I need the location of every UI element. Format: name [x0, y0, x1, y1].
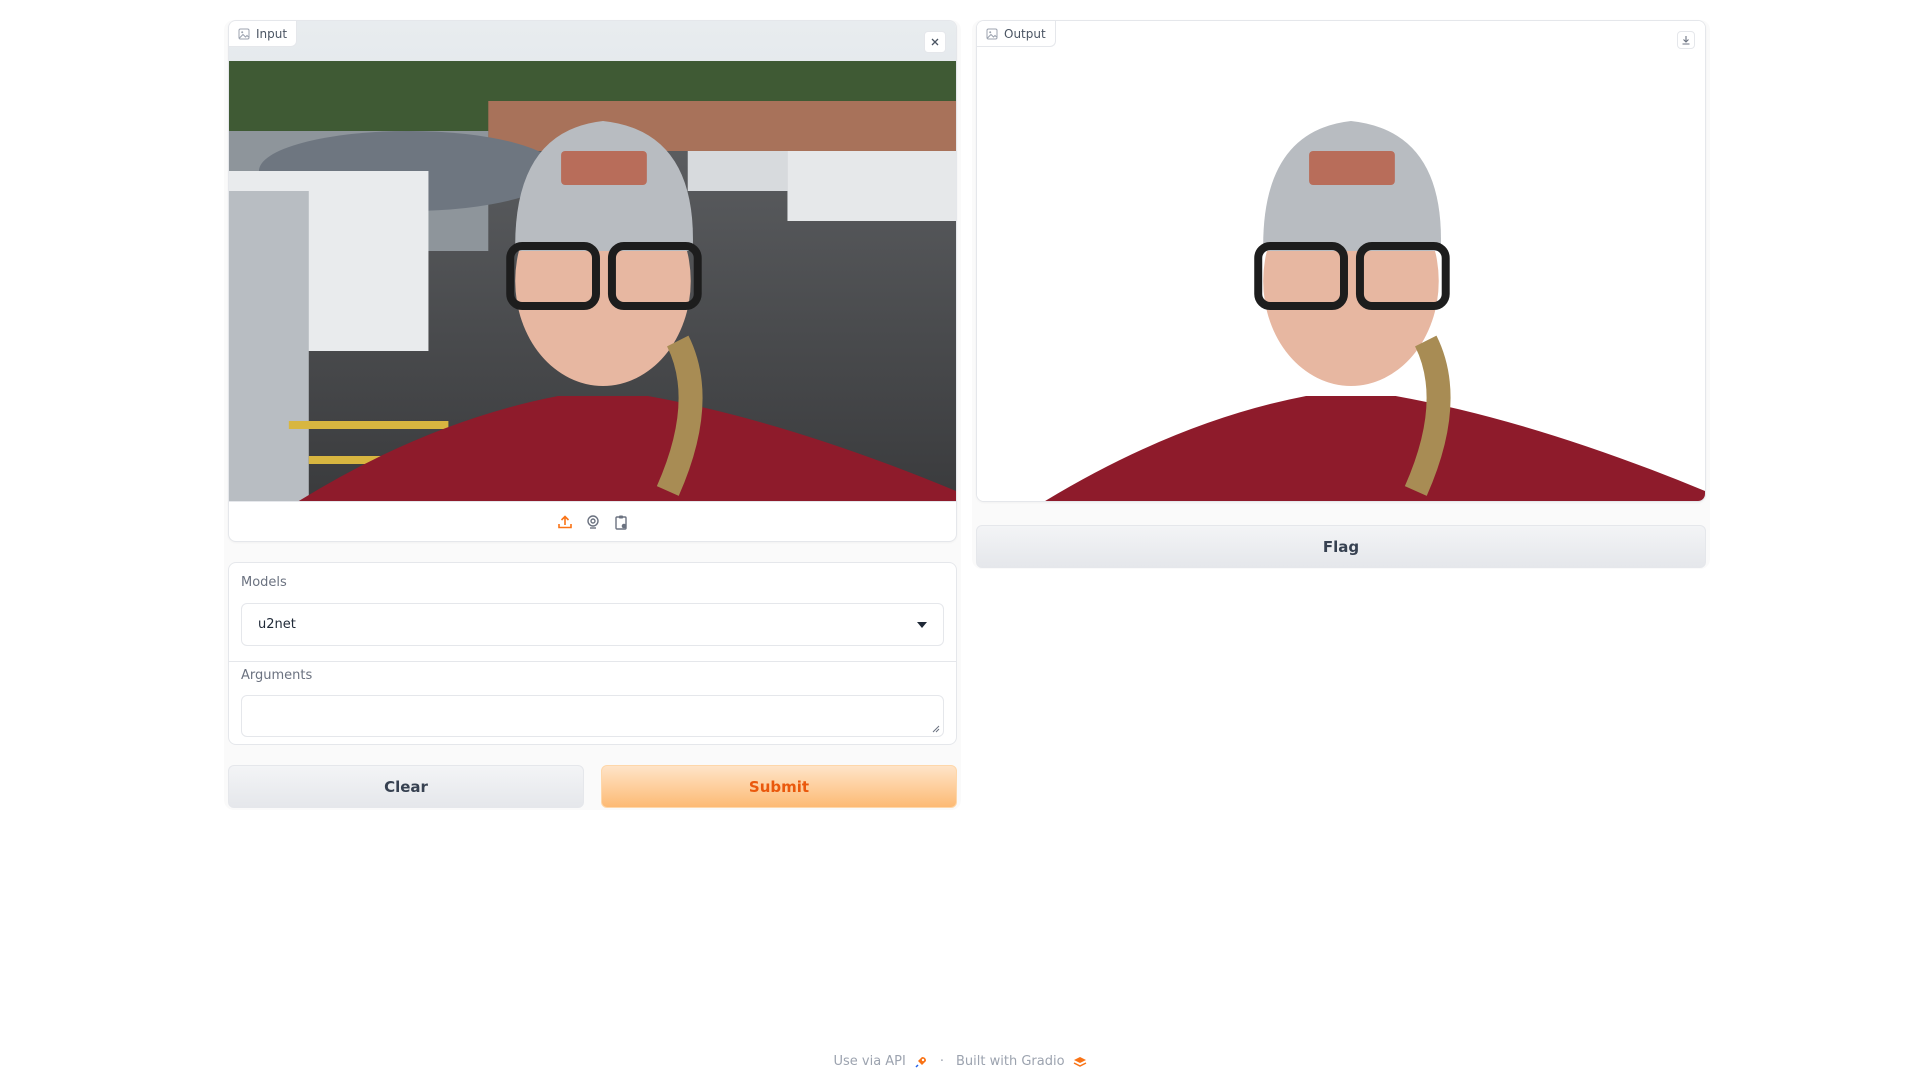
input-photo	[229, 21, 956, 501]
clear-button[interactable]: Clear	[228, 765, 584, 808]
models-selected-value: u2net	[258, 617, 296, 632]
output-image	[977, 21, 1705, 501]
input-label: Input	[256, 26, 288, 41]
image-icon	[986, 28, 998, 39]
clipboard-icon[interactable]	[612, 513, 630, 531]
footer-separator: ·	[939, 1054, 944, 1069]
image-icon	[238, 28, 250, 39]
input-label-tag: Input	[229, 21, 298, 47]
arguments-textarea[interactable]	[241, 695, 944, 737]
models-label: Models	[241, 575, 287, 590]
close-icon	[931, 38, 939, 46]
image-source-bar	[229, 501, 956, 541]
form-divider	[229, 661, 956, 662]
resize-grip-icon[interactable]	[932, 725, 940, 733]
rocket-icon	[914, 1055, 928, 1069]
input-image-block: Input	[228, 20, 957, 542]
flag-button[interactable]: Flag	[976, 525, 1706, 568]
upload-icon[interactable]	[556, 513, 574, 531]
output-image-block: Output	[976, 20, 1706, 502]
input-image[interactable]	[229, 21, 956, 501]
settings-form: Models u2net Arguments	[228, 562, 957, 745]
output-photo	[977, 21, 1705, 501]
download-button[interactable]	[1677, 31, 1695, 49]
chevron-down-icon	[917, 621, 927, 628]
clear-image-button[interactable]	[924, 31, 946, 53]
models-dropdown[interactable]: u2net	[241, 603, 944, 646]
submit-button[interactable]: Submit	[601, 765, 957, 808]
webcam-icon[interactable]	[584, 513, 602, 531]
footer: Use via API · Built with Gradio	[0, 1054, 1920, 1069]
arguments-label: Arguments	[241, 668, 313, 683]
output-label-tag: Output	[977, 21, 1056, 47]
download-icon	[1682, 36, 1690, 45]
gradio-logo-icon	[1073, 1055, 1087, 1069]
built-with-gradio-link[interactable]: Built with Gradio	[956, 1054, 1065, 1069]
output-label: Output	[1004, 26, 1046, 41]
use-via-api-link[interactable]: Use via API	[833, 1054, 905, 1069]
